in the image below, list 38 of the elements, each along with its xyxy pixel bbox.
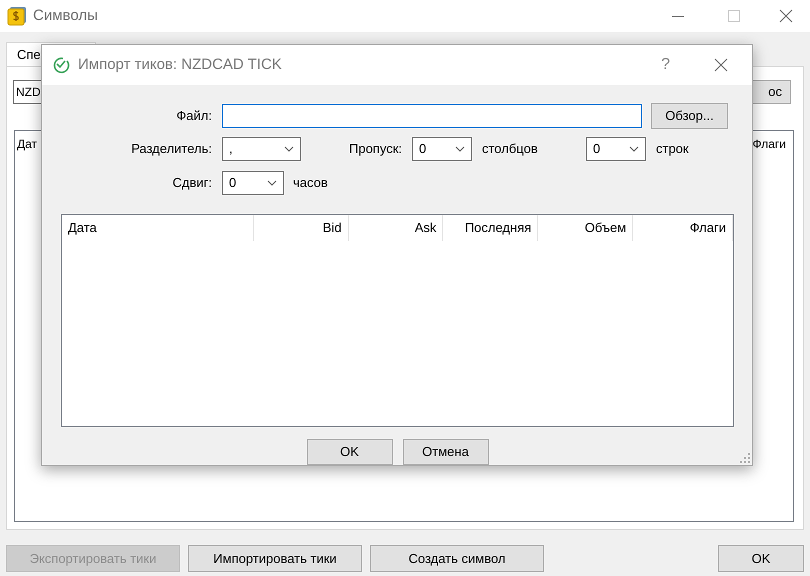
- column-header[interactable]: Дата: [62, 215, 254, 241]
- column-header[interactable]: Последняя: [443, 215, 538, 241]
- ok-button[interactable]: OK: [718, 545, 804, 572]
- unit-label: столбцов: [482, 140, 539, 158]
- browse-button[interactable]: Обзор...: [651, 103, 728, 129]
- field-label: Разделитель:: [130, 140, 212, 158]
- action-button[interactable]: Импортировать тики: [188, 545, 362, 572]
- field-label: Сдвиг:: [172, 174, 212, 192]
- dropdown[interactable]: ,: [222, 137, 301, 161]
- dropdown[interactable]: 0: [586, 137, 646, 161]
- dialog-button[interactable]: OK: [306, 439, 392, 465]
- close-icon[interactable]: [714, 58, 728, 72]
- dialog-button[interactable]: Отмена: [402, 439, 488, 465]
- dialog-title: Импорт тиков: NZDCAD TICK: [78, 54, 282, 75]
- chevron-down-icon: [284, 146, 294, 152]
- column-header[interactable]: Флаги: [752, 135, 786, 153]
- resize-grip-icon[interactable]: [740, 453, 750, 463]
- chevron-down-icon: [455, 146, 465, 152]
- column-header[interactable]: Bid: [254, 215, 349, 241]
- help-button[interactable]: ?: [661, 53, 670, 77]
- column-header[interactable]: Ask: [348, 215, 444, 241]
- file-input-field[interactable]: [222, 104, 642, 128]
- dropdown[interactable]: 0: [412, 137, 472, 161]
- field-label: Пропуск:: [348, 140, 402, 158]
- unit-label: часов: [293, 174, 328, 192]
- window-title: Символы: [33, 6, 98, 26]
- column-header[interactable]: Флаги: [633, 215, 733, 241]
- close-icon[interactable]: [779, 9, 793, 23]
- coin-icon: [7, 6, 27, 26]
- dropdown[interactable]: 0: [222, 171, 284, 195]
- action-button[interactable]: Создать символ: [370, 545, 544, 572]
- column-header[interactable]: Объем: [538, 215, 634, 241]
- chevron-down-icon: [629, 146, 639, 152]
- field-label: Файл:: [175, 107, 212, 126]
- unit-label: строк: [656, 140, 689, 158]
- chevron-down-icon: [267, 180, 277, 186]
- column-header[interactable]: Дат: [17, 135, 38, 153]
- checkmark-arrow-icon: [52, 56, 70, 74]
